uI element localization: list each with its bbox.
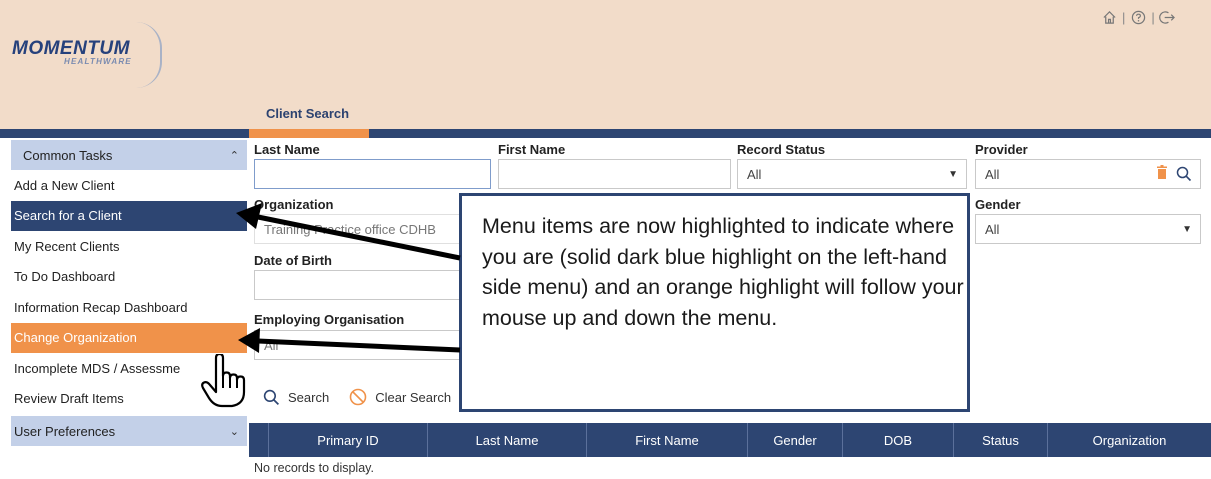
provider-value: All: [985, 166, 1000, 182]
organization-label: Organization: [254, 197, 334, 212]
column-last-name[interactable]: Last Name: [428, 423, 587, 457]
column-dob[interactable]: DOB: [843, 423, 954, 457]
logo-arc: [136, 22, 162, 88]
first-name-label: First Name: [498, 142, 566, 157]
tab-client-search[interactable]: Client Search: [266, 106, 349, 121]
app-root: MOMENTUM HEALTHWARE | | Client Search Co…: [0, 0, 1211, 479]
sidebar-item-label: Add a New Client: [14, 177, 115, 193]
last-name-label: Last Name: [254, 142, 320, 157]
chevron-up-icon[interactable]: ⌃: [230, 149, 239, 162]
sidebar-item-todo-dashboard[interactable]: To Do Dashboard: [11, 261, 247, 292]
sidebar-item-search-client[interactable]: Search for a Client: [11, 200, 247, 231]
clear-search-button[interactable]: Clear Search: [349, 388, 451, 406]
callout-text: Menu items are now highlighted to indica…: [482, 214, 964, 330]
search-button-label: Search: [288, 389, 330, 405]
clear-search-label: Clear Search: [375, 389, 452, 405]
first-name-input[interactable]: [498, 159, 731, 189]
column-organization[interactable]: Organization: [1048, 423, 1211, 457]
help-icon[interactable]: [1129, 8, 1147, 26]
column-status[interactable]: Status: [954, 423, 1048, 457]
gender-label: Gender: [975, 197, 1021, 212]
sidebar-item-label: Search for a Client: [14, 208, 122, 224]
sidebar-section-common-tasks[interactable]: Common Tasks ⌃: [11, 140, 247, 170]
sidebar-section-user-preferences[interactable]: User Preferences ⌄: [11, 416, 247, 446]
top-icon-bar: | |: [1100, 8, 1177, 26]
results-grid-header: Primary ID Last Name First Name Gender D…: [249, 423, 1211, 457]
dropdown-arrow-icon[interactable]: ▼: [1182, 224, 1192, 235]
column-first-name[interactable]: First Name: [587, 423, 748, 457]
sidebar-item-label: Change Organization: [14, 330, 137, 346]
search-actions: Search Clear Search: [263, 388, 451, 406]
sidebar-item-label: Incomplete MDS / Assessme: [14, 360, 181, 376]
hand-cursor-icon: [201, 354, 246, 408]
chevron-down-icon[interactable]: ⌄: [230, 425, 239, 438]
search-icon: [263, 389, 280, 405]
sidebar-item-label: My Recent Clients: [14, 238, 120, 254]
last-name-input[interactable]: [254, 159, 491, 189]
record-status-label: Record Status: [737, 142, 826, 157]
gender-value: All: [985, 221, 1000, 237]
provider-input[interactable]: All: [975, 159, 1201, 189]
empty-grid-message: No records to display.: [254, 461, 374, 475]
column-gender[interactable]: Gender: [748, 423, 843, 457]
sidebar-item-change-organization[interactable]: Change Organization: [11, 322, 247, 353]
employing-org-select[interactable]: All: [254, 330, 464, 360]
employing-org-label: Employing Organisation: [254, 312, 405, 327]
logo-sub-text: HEALTHWARE: [64, 57, 132, 66]
record-status-select[interactable]: All ▼: [737, 159, 967, 189]
provider-label: Provider: [975, 142, 1028, 157]
gender-select[interactable]: All ▼: [975, 214, 1201, 244]
trash-icon[interactable]: [1157, 165, 1167, 179]
clear-icon: [349, 388, 367, 406]
sidebar-item-label: To Do Dashboard: [14, 269, 116, 285]
dropdown-arrow-icon[interactable]: ▼: [948, 169, 958, 180]
sidebar-item-add-client[interactable]: Add a New Client: [11, 170, 247, 201]
search-icon[interactable]: [1176, 166, 1192, 182]
sidebar-section-title: Common Tasks: [23, 147, 113, 163]
dob-input[interactable]: [254, 270, 464, 300]
sidebar-item-label: Information Recap Dashboard: [14, 299, 188, 315]
logout-icon[interactable]: [1159, 8, 1177, 26]
app-header: MOMENTUM HEALTHWARE | | Client Search: [0, 0, 1211, 129]
organization-input[interactable]: Training Practice office CDHB: [254, 214, 464, 244]
sidebar-footer-title: User Preferences: [14, 423, 116, 439]
nav-band: [0, 129, 1211, 138]
dob-label: Date of Birth: [254, 253, 332, 268]
column-primary-id[interactable]: Primary ID: [269, 423, 428, 457]
search-button[interactable]: Search: [263, 389, 329, 406]
home-icon[interactable]: [1100, 8, 1118, 26]
record-status-value: All: [747, 166, 762, 182]
separator: |: [1122, 9, 1126, 25]
sidebar-item-recap-dashboard[interactable]: Information Recap Dashboard: [11, 292, 247, 323]
annotation-callout: Menu items are now highlighted to indica…: [459, 193, 970, 412]
sidebar-item-recent-clients[interactable]: My Recent Clients: [11, 231, 247, 262]
active-tab-indicator: [249, 129, 369, 138]
momentum-logo[interactable]: MOMENTUM HEALTHWARE: [8, 20, 162, 88]
sidebar-item-label: Review Draft Items: [14, 391, 124, 407]
grid-select-column[interactable]: [249, 423, 269, 457]
separator: |: [1151, 9, 1155, 25]
